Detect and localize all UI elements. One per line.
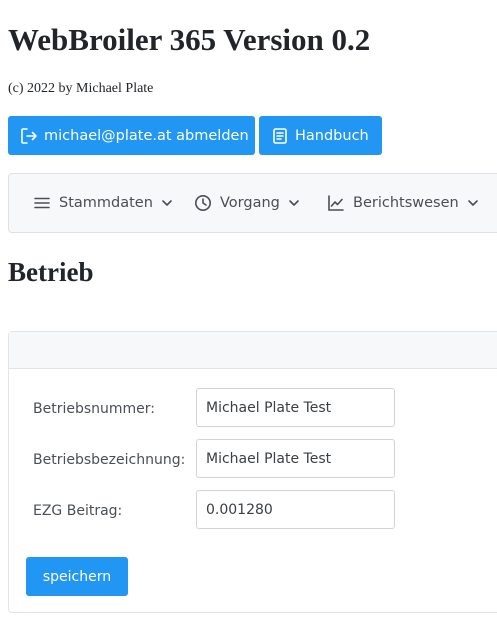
form-card: Betriebsnummer: Betriebsbezeichnung: EZG… (8, 331, 497, 613)
copyright-text: (c) 2022 by Michael Plate (8, 81, 154, 96)
nav-item-label: Berichtswesen (353, 195, 459, 211)
nav-item-berichtswesen[interactable]: Berichtswesen (327, 174, 479, 232)
logout-icon (21, 127, 37, 144)
betriebsbezeichnung-label: Betriebsbezeichnung: (33, 452, 186, 468)
chart-line-icon (328, 195, 344, 211)
nav-item-vorgang[interactable]: Vorgang (194, 174, 300, 232)
nav-item-label: Stammdaten (59, 195, 153, 211)
betriebsnummer-input[interactable] (196, 388, 395, 427)
clock-icon (195, 195, 211, 211)
manual-label: Handbuch (295, 127, 369, 144)
menu-icon (34, 197, 50, 209)
app-title: WebBroiler 365 Version 0.2 (8, 22, 371, 57)
book-icon (273, 127, 287, 144)
logout-button[interactable]: michael@plate.at abmelden (8, 116, 255, 155)
logout-label: michael@plate.at abmelden (44, 127, 249, 144)
card-header (9, 332, 497, 369)
betriebsbezeichnung-input[interactable] (196, 439, 395, 478)
ezg-beitrag-label: EZG Beitrag: (33, 503, 123, 519)
nav-item-label: Vorgang (220, 195, 280, 211)
chevron-down-icon (289, 200, 299, 206)
page-title: Betrieb (8, 257, 94, 287)
chevron-down-icon (162, 200, 172, 206)
chevron-down-icon (467, 200, 478, 206)
nav-item-stammdaten[interactable]: Stammdaten (33, 174, 173, 232)
betriebsnummer-label: Betriebsnummer: (33, 401, 156, 417)
manual-button[interactable]: Handbuch (259, 116, 382, 155)
ezg-beitrag-input[interactable] (196, 490, 395, 529)
save-button[interactable]: speichern (26, 557, 128, 596)
main-navbar: Stammdaten Vorgang Berichtswesen (8, 173, 497, 233)
